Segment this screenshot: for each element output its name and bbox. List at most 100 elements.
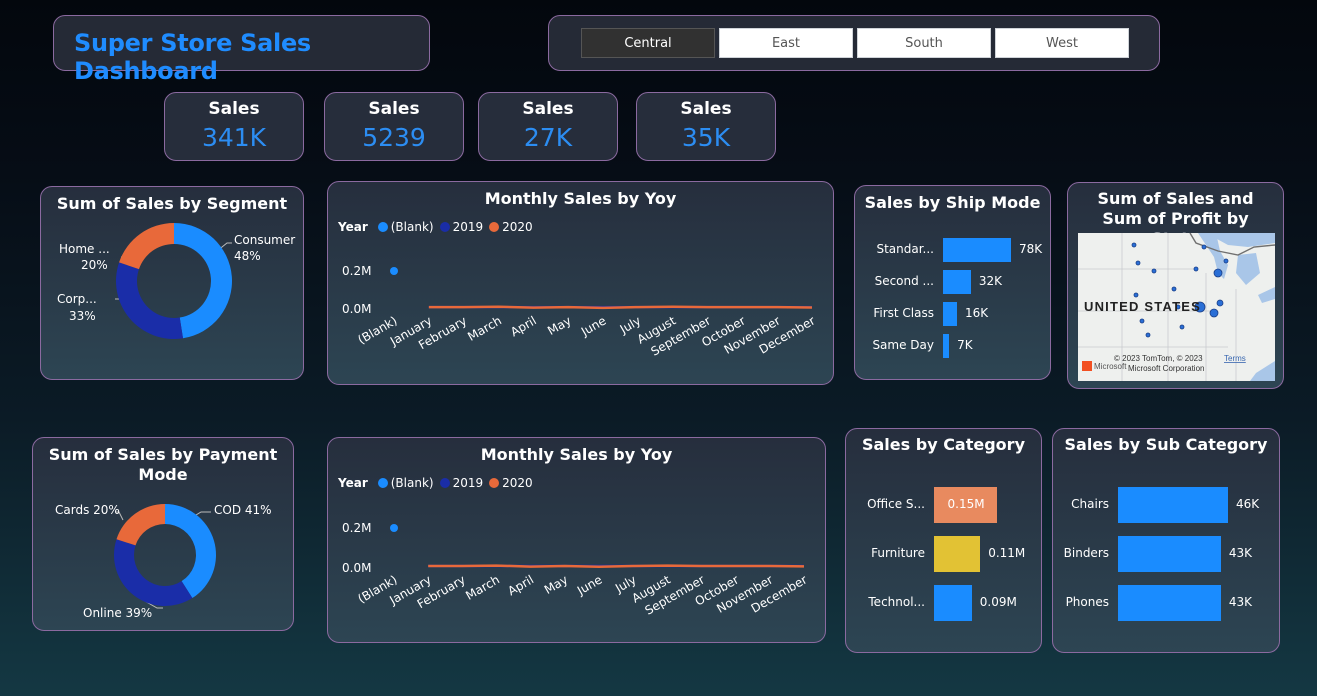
x-tick-label: March — [463, 572, 502, 602]
bar-value-label: 43K — [1228, 546, 1252, 560]
bar-chairs[interactable] — [1118, 487, 1228, 523]
map-attribution-2: Microsoft Corporation — [1128, 364, 1204, 373]
map-bubble[interactable] — [1216, 299, 1224, 307]
kpi-value: 35K — [681, 123, 731, 152]
payment-slice-online[interactable] — [114, 539, 193, 606]
map-bubble[interactable] — [1171, 286, 1177, 292]
chart-title: Sales by Category — [861, 435, 1025, 454]
kpi-label: Sales — [522, 99, 574, 119]
bar-technol[interactable] — [934, 585, 972, 621]
map-bubble[interactable] — [1131, 242, 1137, 248]
sub-category-chart-card[interactable]: Sales by Sub Category Chairs 46K Binders 43… — [1052, 428, 1280, 653]
payment-slice-cards[interactable] — [116, 504, 165, 546]
payment-donut-chart[interactable] — [33, 438, 295, 632]
slice-label-consumer-name: Consumer — [234, 233, 296, 247]
slicer-option-south[interactable]: South — [857, 28, 991, 58]
y-tick-label: 0.2M — [342, 264, 371, 278]
monthly-sales-line-plot[interactable]: 0.2M0.0M(Blank)JanuaryFebruaryMarch April… — [328, 182, 835, 386]
map-bubble[interactable] — [1179, 324, 1185, 330]
bar-category-label: First Class — [873, 306, 934, 320]
category-chart-card[interactable]: Sales by Category Office S... 0.15M Furnit… — [845, 428, 1042, 653]
bar-category-label: Phones — [1065, 595, 1109, 609]
map-bubble[interactable] — [1139, 318, 1145, 324]
kpi-value: 5239 — [362, 123, 426, 152]
bar-firstclass[interactable] — [943, 302, 957, 326]
slicer-option-central[interactable]: Central — [581, 28, 715, 58]
map-bubble[interactable] — [1133, 292, 1139, 298]
state-sales-map[interactable]: UNITED STATES Microsoft © 2023 TomTom, ©… — [1078, 233, 1275, 381]
x-tick-label: March — [465, 313, 504, 343]
bar-value-label: 7K — [957, 338, 973, 352]
monthly-sales-line-plot[interactable]: 0.2M0.0M(Blank)JanuaryFebruaryMarch April… — [328, 438, 827, 644]
data-point-blank[interactable] — [390, 524, 398, 532]
segment-slice-consumer[interactable] — [174, 223, 233, 339]
bar-value-label: 0.09M — [979, 595, 1017, 609]
region-slicer: Central East South West — [548, 15, 1160, 71]
map-bubble[interactable] — [1213, 268, 1223, 278]
bar-standar[interactable] — [943, 238, 1011, 262]
x-tick-label: April — [505, 572, 536, 598]
bar-category-label: Same Day — [872, 338, 934, 352]
bar-category-label: Second ... — [874, 274, 934, 288]
bar-category-label: Furniture — [871, 546, 925, 560]
kpi-label: Sales — [208, 99, 260, 119]
monthly-sales-chart-2[interactable]: Monthly Sales by Yoy Year (Blank) 2019 2… — [327, 437, 826, 643]
bar-furniture[interactable] — [934, 536, 981, 572]
segment-donut-chart[interactable] — [41, 187, 305, 381]
microsoft-logo-icon — [1082, 361, 1092, 371]
series-line-2020[interactable] — [428, 305, 813, 310]
series-line-2020[interactable] — [428, 564, 805, 569]
map-bubble[interactable] — [1223, 258, 1229, 264]
bar-sameday[interactable] — [943, 334, 950, 358]
bar-second[interactable] — [943, 270, 971, 294]
slice-label-cod: COD 41% — [214, 503, 272, 517]
bar-phones[interactable] — [1118, 585, 1221, 621]
slicer-option-west[interactable]: West — [995, 28, 1129, 58]
chart-title: Sales by Ship Mode — [864, 193, 1041, 212]
bar-value-label: 0.15M — [947, 497, 985, 511]
y-tick-label: 0.0M — [342, 561, 371, 575]
segment-slice-home[interactable] — [119, 223, 174, 270]
map-terms-link[interactable]: Terms — [1224, 354, 1246, 363]
segment-chart-card[interactable]: Sum of Sales by Segment Consumer 48% Hom… — [40, 186, 304, 380]
map-brand: Microsoft — [1094, 362, 1127, 371]
map-bubble[interactable] — [1193, 266, 1199, 272]
kpi-card-3: Sales 27K — [478, 92, 618, 161]
payment-chart-card[interactable]: Sum of Sales by Payment Mode COD 41% Car… — [32, 437, 294, 631]
y-tick-label: 0.2M — [342, 521, 371, 535]
kpi-card-1: Sales 341K — [164, 92, 304, 161]
bar-category-label: Binders — [1063, 546, 1109, 560]
x-tick-label: May — [542, 572, 570, 597]
kpi-value: 341K — [201, 123, 267, 152]
slice-label-consumer-pct: 48% — [234, 249, 261, 263]
slice-label-online: Online 39% — [83, 606, 153, 620]
bar-value-label: 16K — [964, 306, 989, 320]
map-bubble[interactable] — [1151, 268, 1157, 274]
bar-category-label: Standar... — [876, 242, 934, 256]
data-point-blank[interactable] — [390, 267, 398, 275]
segment-slice-corp[interactable] — [116, 262, 183, 339]
dashboard-title-card: Super Store Sales Dashboard — [53, 15, 430, 85]
bar-value-label: 78K — [1019, 242, 1043, 256]
bar-value-label: 0.11M — [988, 546, 1026, 560]
payment-slice-cod[interactable] — [165, 504, 217, 599]
monthly-sales-chart-1[interactable]: Monthly Sales by Yoy Year (Blank) 2019 2… — [327, 181, 834, 385]
slice-label-home-pct: 20% — [81, 258, 108, 272]
kpi-label: Sales — [680, 99, 732, 119]
map-bubble[interactable] — [1135, 260, 1141, 266]
map-country-label: UNITED STATES — [1084, 299, 1201, 314]
map-bubble[interactable] — [1201, 244, 1207, 250]
map-card[interactable]: Sum of Sales and Sum of Profit by State … — [1067, 182, 1284, 389]
map-bubble[interactable] — [1145, 332, 1151, 338]
map-bubble[interactable] — [1209, 308, 1219, 318]
bar-category-label: Technol... — [868, 595, 925, 609]
ship-mode-chart-card[interactable]: Sales by Ship Mode Standar... 78K Second .… — [854, 185, 1051, 380]
bar-value-label: 46K — [1236, 497, 1260, 511]
kpi-card-4: Sales 35K — [636, 92, 776, 161]
chart-title: Sales by Sub Category — [1064, 435, 1268, 454]
slicer-option-east[interactable]: East — [719, 28, 853, 58]
bar-category-label: Office S... — [867, 497, 925, 511]
x-tick-label: May — [545, 313, 573, 338]
bar-binders[interactable] — [1118, 536, 1221, 572]
slice-label-cards: Cards 20% — [55, 503, 120, 517]
